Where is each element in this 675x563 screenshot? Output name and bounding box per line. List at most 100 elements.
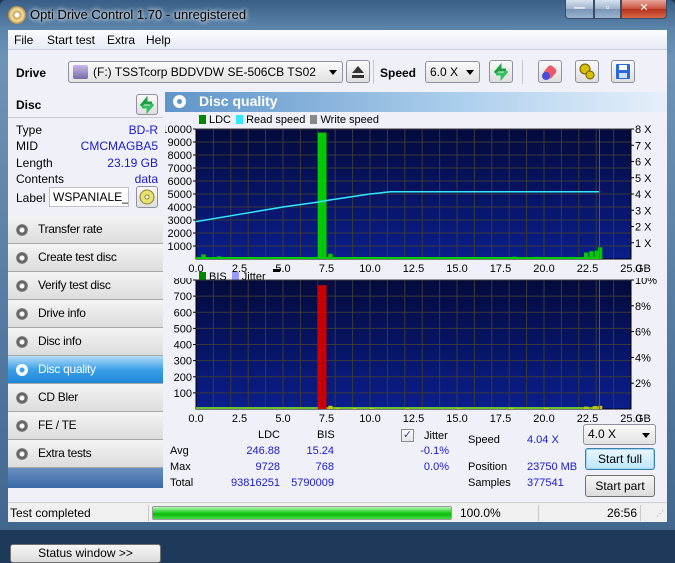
menu-extra[interactable]: Extra xyxy=(107,33,135,47)
y-tick-label: 300 xyxy=(174,356,192,368)
refresh-icon xyxy=(139,95,155,115)
nav-item-label: CD Bler xyxy=(38,390,78,404)
jitter-checkbox[interactable]: ✓ xyxy=(401,429,414,442)
disc-test-icon xyxy=(16,280,28,292)
y2-tick-label: 6 X xyxy=(635,157,652,169)
stats-panel: LDC BIS Avg 246.88 15.24 Max 9728 768 To… xyxy=(165,424,667,502)
ldc-bar xyxy=(204,257,210,259)
toolbar: Drive (F:) TSSTcorp BDDVDW SE-506CB TS02… xyxy=(8,50,667,92)
y-tick-label: 600 xyxy=(174,307,192,319)
bis-bar xyxy=(335,407,340,409)
nav-item-fe-te[interactable]: FE / TE xyxy=(8,412,163,440)
test-speed-select[interactable]: 4.0 X xyxy=(583,424,656,445)
nav-item-verify-test-disc[interactable]: Verify test disc xyxy=(8,272,163,300)
app-disc-icon xyxy=(8,6,26,24)
panel-header: Disc quality xyxy=(165,92,667,112)
bis-bar xyxy=(509,407,514,409)
menu-start-test[interactable]: Start test xyxy=(47,33,95,47)
nav-item-extra-tests[interactable]: Extra tests xyxy=(8,440,163,468)
samples-label: Samples xyxy=(468,477,511,489)
status-bar: Test completed 100.0% 26:56 ⋰ xyxy=(8,502,667,522)
disc-label-button[interactable] xyxy=(136,186,158,208)
progress-percent: 100.0% xyxy=(460,506,501,520)
ldc-bar xyxy=(291,257,297,259)
jitter-header: Jitter xyxy=(424,430,448,442)
nav-item-disc-info[interactable]: Disc info xyxy=(8,328,163,356)
speed-stat-value: 4.04 X xyxy=(527,434,559,446)
avg-jitter-value: -0.1% xyxy=(420,445,449,457)
title-bar[interactable]: Opti Drive Control 1.70 - unregistered —… xyxy=(0,0,675,30)
y2-tick-label: 2 X xyxy=(635,222,652,234)
cd-icon xyxy=(139,189,155,205)
disc-mid-value: CMCMAGBA5 xyxy=(80,139,158,153)
y-tick-label: 800 xyxy=(174,278,192,287)
client-area: File Start test Extra Help Drive (F:) TS… xyxy=(8,30,667,563)
bis-bar xyxy=(328,405,333,409)
close-button[interactable]: ✕ xyxy=(621,0,667,19)
maximize-button[interactable]: ▫ xyxy=(594,0,621,19)
nav-item-create-test-disc[interactable]: Create test disc xyxy=(8,244,163,272)
disc-test-icon xyxy=(16,448,28,460)
chevron-down-icon xyxy=(329,70,337,75)
y-tick-label: 5000 xyxy=(168,189,192,201)
total-bis-value: 5790009 xyxy=(291,477,334,489)
status-window-button[interactable]: Status window >> xyxy=(10,544,161,563)
nav-spacer xyxy=(8,468,163,488)
drive-select[interactable]: (F:) TSSTcorp BDDVDW SE-506CB TS02 xyxy=(68,61,343,83)
x-tick-label: 7.5 xyxy=(319,413,334,425)
avg-ldc-value: 246.88 xyxy=(246,445,280,457)
save-button[interactable] xyxy=(611,60,635,83)
disc-label-caption: Label xyxy=(16,191,46,205)
refresh-disc-button[interactable] xyxy=(136,94,158,115)
nav-item-drive-info[interactable]: Drive info xyxy=(8,300,163,328)
ldc-bar xyxy=(335,257,340,259)
y2-tick-label: 6% xyxy=(635,327,651,339)
chevron-down-icon xyxy=(466,70,474,75)
nav-item-disc-quality[interactable]: Disc quality xyxy=(8,356,163,384)
x-tick-label: 15.0 xyxy=(446,413,467,425)
nav-item-label: Disc info xyxy=(38,334,82,348)
nav-item-cd-bler[interactable]: CD Bler xyxy=(8,384,163,412)
disc-quality-icon xyxy=(173,95,186,108)
menu-help[interactable]: Help xyxy=(146,33,171,47)
eject-button[interactable] xyxy=(346,60,370,83)
legend-marker xyxy=(272,269,280,272)
nav-item-label: Extra tests xyxy=(38,446,92,460)
settings-button[interactable] xyxy=(575,60,599,83)
bis-bar xyxy=(404,408,410,409)
start-full-button[interactable]: Start full xyxy=(585,448,655,470)
y-tick-label: 2000 xyxy=(168,228,192,240)
nav-item-transfer-rate[interactable]: Transfer rate xyxy=(8,216,163,244)
gears-icon xyxy=(579,63,595,80)
y-tick-label: 6000 xyxy=(168,176,192,188)
speed-select[interactable]: 6.0 X xyxy=(425,61,480,83)
y2-tick-label: 10% xyxy=(635,278,657,287)
bis-bar xyxy=(322,285,327,409)
x-tick-label: 22.5 xyxy=(577,263,598,274)
samples-value: 377541 xyxy=(527,477,564,489)
disc-test-icon xyxy=(16,392,28,404)
floppy-disk-icon xyxy=(616,64,630,79)
ldc-bar xyxy=(597,247,603,259)
drive-select-value: (F:) TSSTcorp BDDVDW SE-506CB TS02 xyxy=(93,65,316,79)
y2-tick-label: 2% xyxy=(635,378,651,390)
ldc-legend-swatch xyxy=(199,115,206,124)
ldc-bar xyxy=(216,256,222,259)
x-tick-label: 10.0 xyxy=(359,413,380,425)
erase-button[interactable] xyxy=(538,60,562,83)
write-speed-legend-swatch xyxy=(310,115,318,124)
elapsed-time: 26:56 xyxy=(606,506,637,520)
position-value: 23750 MB xyxy=(527,461,578,473)
y2-tick-label: 3 X xyxy=(635,205,652,217)
resize-grip-icon[interactable]: ⋰ xyxy=(656,509,664,518)
eraser-icon xyxy=(542,65,557,80)
stats-ldc-header: LDC xyxy=(258,429,281,441)
disc-type-value: BD-R xyxy=(128,123,158,137)
menu-file[interactable]: File xyxy=(14,33,33,47)
start-part-button[interactable]: Start part xyxy=(585,475,655,497)
x-tick-label: 12.5 xyxy=(403,263,424,274)
refresh-drive-button[interactable] xyxy=(489,60,513,83)
minimize-button[interactable]: — xyxy=(565,0,594,19)
disc-label-input[interactable]: WSPANIALE_ST xyxy=(49,187,129,207)
speed-label: Speed xyxy=(380,66,417,80)
